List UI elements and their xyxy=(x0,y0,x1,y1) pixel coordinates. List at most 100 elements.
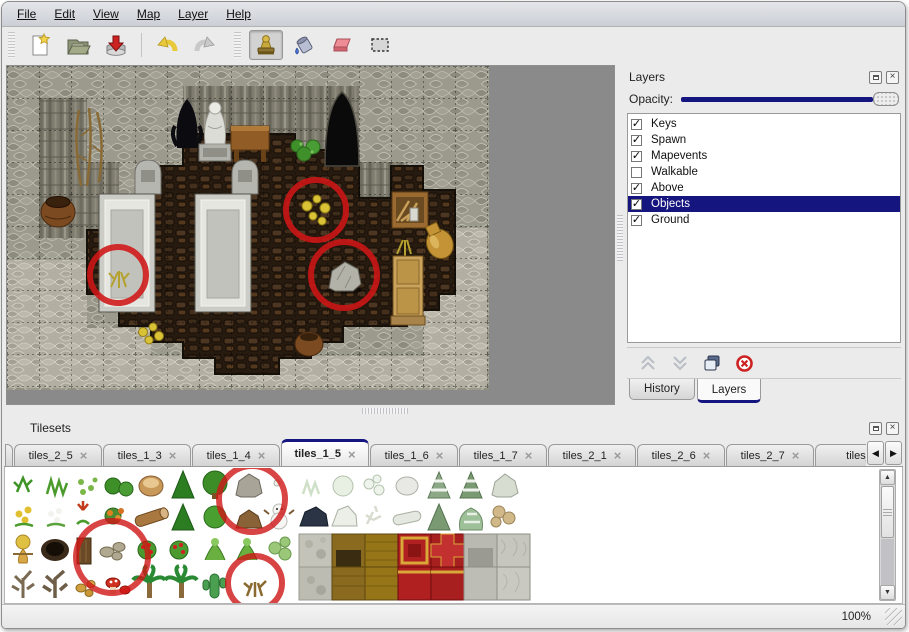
checkbox[interactable]: ✓ xyxy=(631,135,642,146)
tab-close-icon[interactable]: × xyxy=(792,450,800,461)
layer-label: Keys xyxy=(651,118,677,130)
scrollbar-thumb[interactable] xyxy=(881,486,894,538)
checkbox[interactable]: ✓ xyxy=(631,199,642,210)
tab-tiles_2_7[interactable]: tiles_2_7× xyxy=(726,444,814,466)
horizontal-splitter[interactable] xyxy=(2,405,905,417)
tab-tiles_1_7[interactable]: tiles_1_7× xyxy=(459,444,547,466)
layers-panel: Layers × Opacity: ✓ Keys ✓ Spawn xyxy=(625,65,903,405)
tab-tiles_1_4[interactable]: tiles_1_4× xyxy=(192,444,280,466)
supply-crate xyxy=(392,192,428,228)
tab-close-icon[interactable]: × xyxy=(614,450,622,461)
layer-row-walkable[interactable]: Walkable xyxy=(628,164,900,180)
new-file-button[interactable] xyxy=(23,30,57,60)
panel-tabs: History Layers xyxy=(627,379,901,405)
opacity-slider-handle[interactable] xyxy=(873,92,899,106)
menu-help[interactable]: Help xyxy=(217,5,260,23)
layer-list: ✓ Keys ✓ Spawn ✓ Mapevents Walkable ✓ Ab… xyxy=(627,113,901,343)
checkbox[interactable]: ✓ xyxy=(631,215,642,226)
tab-tiles-partial[interactable]: tiles_ xyxy=(815,444,866,466)
layer-row-objects[interactable]: ✓ Objects xyxy=(628,196,900,212)
tilesets-panel: Tilesets × tiles_2_5× tiles_1_3× tiles_1… xyxy=(2,417,905,604)
tab-close-icon[interactable]: × xyxy=(436,450,444,461)
checkbox[interactable]: ✓ xyxy=(631,119,642,130)
float-panel-button[interactable] xyxy=(869,71,882,84)
checkbox[interactable]: ✓ xyxy=(631,151,642,162)
main-area: Layers × Opacity: ✓ Keys ✓ Spawn xyxy=(2,63,905,405)
layer-row-mapevents[interactable]: ✓ Mapevents xyxy=(628,148,900,164)
tileset-canvas[interactable] xyxy=(7,468,541,604)
layer-row-spawn[interactable]: ✓ Spawn xyxy=(628,132,900,148)
scroll-tabs-right-button[interactable]: ▶ xyxy=(885,441,902,465)
layer-row-keys[interactable]: ✓ Keys xyxy=(628,116,900,132)
open-button[interactable] xyxy=(61,30,95,60)
tab-close-icon[interactable]: × xyxy=(258,450,266,461)
tileset-scrollbar[interactable]: ▲ ▼ xyxy=(879,469,896,601)
tombstone xyxy=(135,160,161,194)
tab-tiles_2_1[interactable]: tiles_2_1× xyxy=(548,444,636,466)
opacity-label: Opacity: xyxy=(629,92,673,106)
wooden-door xyxy=(391,256,425,325)
duplicate-layer-button[interactable] xyxy=(699,351,725,375)
menu-edit[interactable]: Edit xyxy=(45,5,84,23)
selection-rect-icon xyxy=(367,32,393,58)
new-file-icon xyxy=(27,32,53,58)
scroll-tabs-left-button[interactable]: ◀ xyxy=(867,441,884,465)
scrollbar-track[interactable] xyxy=(881,539,894,585)
checkbox[interactable]: ✓ xyxy=(631,183,642,194)
layer-label: Walkable xyxy=(651,166,698,178)
layer-row-ground[interactable]: ✓ Ground xyxy=(628,212,900,228)
tab-tiles_2_5[interactable]: tiles_2_5× xyxy=(14,444,102,466)
tileset-view[interactable]: ▲ ▼ xyxy=(4,467,903,604)
stamp-tool-button[interactable] xyxy=(249,30,283,60)
close-panel-button[interactable]: × xyxy=(886,71,899,84)
toolbar-grip-2[interactable] xyxy=(234,32,241,58)
tab-close-icon[interactable]: × xyxy=(703,450,711,461)
tab-history[interactable]: History xyxy=(629,379,695,400)
tab-close-icon[interactable]: × xyxy=(169,450,177,461)
undo-button[interactable] xyxy=(150,30,184,60)
open-folder-icon xyxy=(65,32,91,58)
scroll-down-button[interactable]: ▼ xyxy=(880,585,895,600)
barrel-left xyxy=(41,197,75,228)
menu-view[interactable]: View xyxy=(84,5,128,23)
toolbar-grip[interactable] xyxy=(8,32,15,58)
delete-layer-button[interactable] xyxy=(731,351,757,375)
checkbox[interactable] xyxy=(631,167,642,178)
tab-close-icon[interactable]: × xyxy=(80,450,88,461)
tab-tiles_1_6[interactable]: tiles_1_6× xyxy=(370,444,458,466)
menu-layer[interactable]: Layer xyxy=(169,5,217,23)
map-viewport[interactable] xyxy=(6,65,615,405)
fill-tool-button[interactable] xyxy=(287,30,321,60)
restore-icon xyxy=(873,75,879,80)
float-panel-button[interactable] xyxy=(869,422,882,435)
layer-label: Objects xyxy=(651,198,690,210)
tilesets-titlebar: Tilesets × xyxy=(4,417,903,439)
select-tool-button[interactable] xyxy=(363,30,397,60)
move-layer-down-button[interactable] xyxy=(667,351,693,375)
redo-button[interactable] xyxy=(188,30,222,60)
close-panel-button[interactable]: × xyxy=(886,422,899,435)
vertical-splitter[interactable] xyxy=(615,65,625,405)
tab-tiles_2_6[interactable]: tiles_2_6× xyxy=(637,444,725,466)
delete-icon xyxy=(736,355,753,372)
tab-layers[interactable]: Layers xyxy=(697,379,762,403)
tab-tiles_1_5[interactable]: tiles_1_5× xyxy=(281,439,369,466)
tab-close-icon[interactable]: × xyxy=(348,449,356,460)
partial-tab[interactable] xyxy=(5,444,13,466)
toolbar-separator xyxy=(141,33,142,57)
opacity-slider[interactable] xyxy=(681,91,899,107)
map-canvas[interactable] xyxy=(7,66,489,390)
resize-grip[interactable] xyxy=(885,608,902,625)
menu-map[interactable]: Map xyxy=(128,5,169,23)
splitter-grip xyxy=(362,408,408,414)
layer-row-above[interactable]: ✓ Above xyxy=(628,180,900,196)
eraser-tool-button[interactable] xyxy=(325,30,359,60)
tileset-tabstrip: tiles_2_5× tiles_1_3× tiles_1_4× tiles_1… xyxy=(5,438,866,466)
save-button[interactable] xyxy=(99,30,133,60)
move-layer-up-button[interactable] xyxy=(635,351,661,375)
scroll-up-button[interactable]: ▲ xyxy=(880,470,895,485)
menu-file[interactable]: File xyxy=(8,5,45,23)
tiles-row-1 xyxy=(14,471,518,499)
tab-tiles_1_3[interactable]: tiles_1_3× xyxy=(103,444,191,466)
tab-close-icon[interactable]: × xyxy=(525,450,533,461)
